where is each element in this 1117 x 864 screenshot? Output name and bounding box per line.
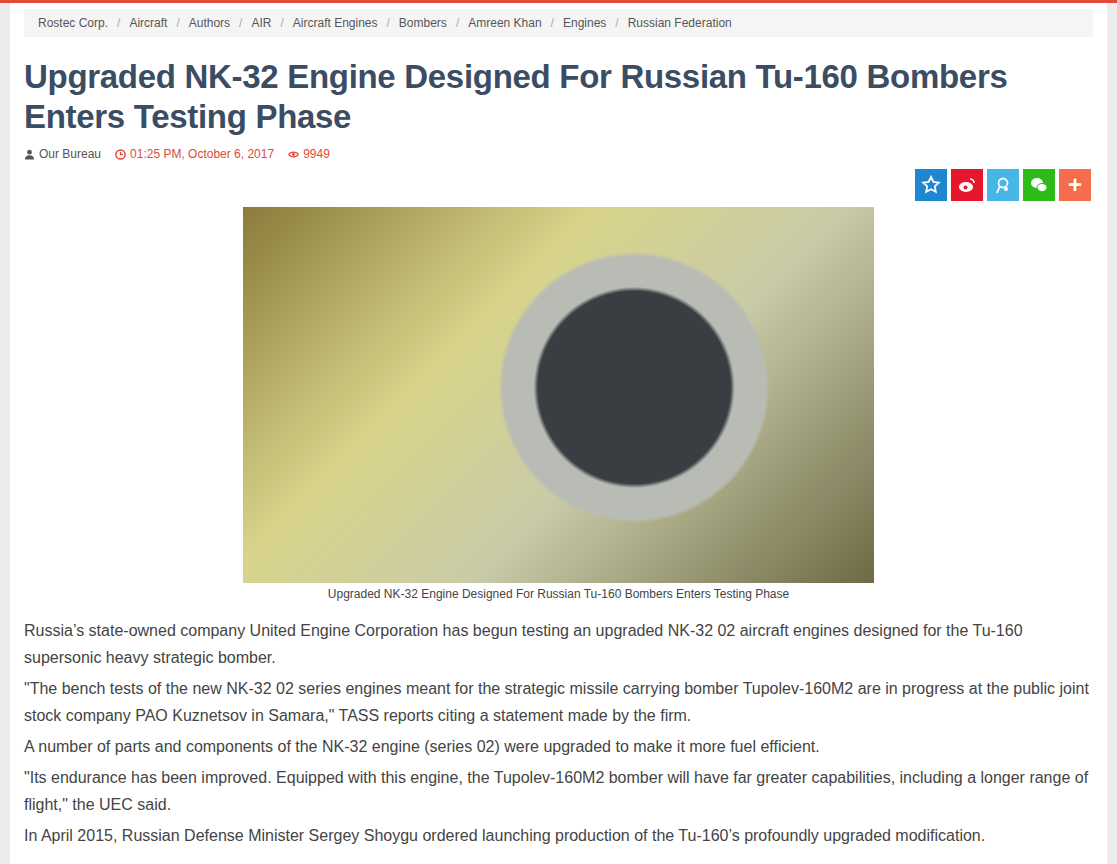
article-card: Rostec Corp. / Aircraft / Authors / AIR / Aircra… — [10, 3, 1107, 864]
article-figure: Upgraded NK-32 Engine Designed For Russi… — [24, 207, 1093, 601]
more-share-button[interactable]: + — [1059, 169, 1091, 201]
breadcrumb-separator: / — [387, 16, 390, 30]
publish-time: 01:25 PM, October 6, 2017 — [115, 147, 274, 161]
article-meta: Our Bureau 01:25 PM, October 6, 2017 994… — [24, 147, 1093, 161]
breadcrumb-separator: / — [280, 16, 283, 30]
breadcrumb-link[interactable]: Authors — [189, 16, 230, 30]
breadcrumb-link[interactable]: Aircraft Engines — [293, 16, 378, 30]
more-label: + — [1068, 173, 1082, 197]
article-title: Upgraded NK-32 Engine Designed For Russi… — [24, 57, 1093, 137]
article-paragraph: Russia’s state-owned company United Engi… — [24, 617, 1093, 671]
article-paragraph: "Its endurance has been improved. Equipp… — [24, 764, 1093, 818]
breadcrumb-link[interactable]: Russian Federation — [628, 16, 732, 30]
breadcrumb-separator: / — [176, 16, 179, 30]
tqq-share-button[interactable] — [987, 169, 1019, 201]
breadcrumb-separator: / — [551, 16, 554, 30]
share-bar: + — [24, 169, 1093, 201]
image-caption: Upgraded NK-32 Engine Designed For Russi… — [328, 587, 789, 601]
star-icon — [921, 175, 941, 195]
wechat-icon — [1029, 175, 1049, 195]
view-count: 9949 — [288, 147, 330, 161]
article-paragraph: "The bench tests of the new NK-32 02 ser… — [24, 675, 1093, 729]
clock-icon — [115, 149, 126, 160]
tencent-weibo-icon — [993, 175, 1013, 195]
breadcrumb-separator: / — [239, 16, 242, 30]
breadcrumb-link[interactable]: Bombers — [399, 16, 447, 30]
breadcrumb-separator: / — [456, 16, 459, 30]
breadcrumb-link[interactable]: Aircraft — [129, 16, 167, 30]
breadcrumb-separator: / — [117, 16, 120, 30]
page: Rostec Corp. / Aircraft / Authors / AIR / Aircra… — [0, 0, 1117, 864]
breadcrumb-separator: / — [615, 16, 618, 30]
engine-photo — [243, 207, 874, 583]
breadcrumb-link[interactable]: Engines — [563, 16, 606, 30]
eye-icon — [288, 149, 299, 160]
breadcrumb-bar: Rostec Corp. / Aircraft / Authors / AIR / Aircra… — [24, 9, 1093, 37]
wechat-share-button[interactable] — [1023, 169, 1055, 201]
author[interactable]: Our Bureau — [24, 147, 101, 161]
article-paragraph: A number of parts and components of the … — [24, 733, 1093, 760]
breadcrumb-link[interactable]: Amreen Khan — [468, 16, 541, 30]
article-paragraph: In April 2015, Russian Defense Minister … — [24, 822, 1093, 849]
qzone-share-button[interactable] — [915, 169, 947, 201]
user-icon — [24, 149, 35, 160]
weibo-icon — [957, 175, 977, 195]
weibo-share-button[interactable] — [951, 169, 983, 201]
breadcrumb-link[interactable]: AIR — [251, 16, 271, 30]
breadcrumb-link[interactable]: Rostec Corp. — [38, 16, 108, 30]
